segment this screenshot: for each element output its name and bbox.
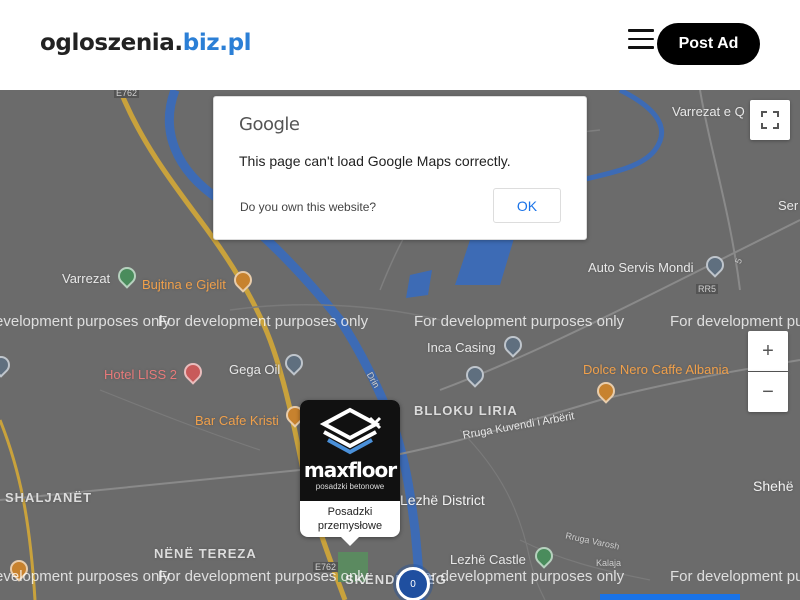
logo-main-text: ogloszenia.	[40, 30, 183, 56]
site-logo[interactable]: ogloszenia.biz.pl	[40, 30, 252, 56]
site-header: ogloszenia.biz.pl Post Ad	[0, 0, 800, 90]
map-label-varrezat-q: Varrezat e Q	[672, 104, 745, 119]
dev-watermark: For development purposes only	[0, 313, 171, 330]
logo-accent-text: biz.pl	[182, 30, 252, 56]
marker-cluster[interactable]: 0	[396, 567, 430, 600]
post-ad-button[interactable]: Post Ad	[657, 23, 760, 65]
marker-brand: maxfloor	[303, 458, 397, 482]
marker-caption-line1: Posadzki	[327, 506, 373, 518]
map-label-hotel: Hotel LISS 2	[104, 367, 177, 382]
dialog-ok-button[interactable]: OK	[493, 188, 561, 223]
map-label-lezhe-castle: Lezhë Castle	[450, 552, 526, 567]
dev-watermark: For development purposes only	[158, 568, 369, 585]
fullscreen-button[interactable]	[750, 100, 790, 140]
dev-watermark: For development purposes only	[0, 568, 171, 585]
road-shield-e762-top: E762	[114, 90, 140, 98]
dev-watermark: For development purposes only	[670, 568, 800, 585]
dev-watermark: For development purposes only	[158, 313, 369, 330]
maps-error-dialog: Google This page can't load Google Maps …	[213, 96, 587, 240]
maxfloor-map-marker[interactable]: maxfloor posadzki betonowe Posadzki prze…	[300, 400, 400, 546]
map-label-shehe: Shehë	[753, 478, 794, 494]
map-label-ser: Ser	[778, 198, 799, 213]
dev-watermark: For development purposes only	[414, 313, 625, 330]
map-label-lezhe-district: Lezhë District	[400, 492, 485, 508]
map-label-nene-tereza: NËNË TEREZA	[154, 546, 257, 561]
map-canvas[interactable]: Varrezat e Q Ser Auto Servis Mondi Varre…	[0, 90, 800, 600]
google-logo: Google	[239, 114, 300, 135]
maxfloor-logo: maxfloor posadzki betonowe	[300, 400, 400, 501]
fullscreen-icon	[761, 111, 779, 129]
maxfloor-layers-icon	[319, 407, 382, 455]
map-label-bar-cafe: Bar Cafe Kristi	[195, 413, 279, 428]
map-label-auto-servis: Auto Servis Mondi	[588, 260, 694, 275]
menu-hamburger-icon[interactable]	[628, 29, 654, 51]
map-label-kalaja: Kalaja	[596, 558, 622, 568]
marker-pointer	[340, 536, 360, 546]
map-label-inca: Inca Casing	[427, 340, 496, 355]
marker-tagline: posadzki betonowe	[315, 482, 385, 491]
map-label-gega: Gega Oil	[229, 362, 281, 377]
bottom-action-bar[interactable]	[600, 594, 740, 600]
dev-watermark: For development purposes only	[670, 313, 800, 330]
zoom-out-button[interactable]: −	[748, 372, 788, 412]
dev-watermark: For development purposes only	[414, 568, 625, 585]
map-label-bujtina: Bujtina e Gjelit	[142, 277, 226, 292]
zoom-in-button[interactable]: +	[748, 331, 788, 371]
marker-caption: Posadzki przemysłowe	[300, 505, 400, 533]
map-label-varrezat: Varrezat	[62, 271, 111, 286]
map-label-dolce: Dolce Nero Caffe Albania	[583, 362, 729, 377]
maps-error-message: This page can't load Google Maps correct…	[239, 153, 511, 169]
own-website-link[interactable]: Do you own this website?	[240, 200, 376, 214]
road-shield-rr5: RR5	[696, 284, 719, 294]
marker-caption-line2: przemysłowe	[317, 520, 383, 532]
map-label-blloku: BLLOKU LIRIA	[414, 403, 518, 418]
map-label-shaljanet: SHALJANËT	[5, 490, 93, 505]
